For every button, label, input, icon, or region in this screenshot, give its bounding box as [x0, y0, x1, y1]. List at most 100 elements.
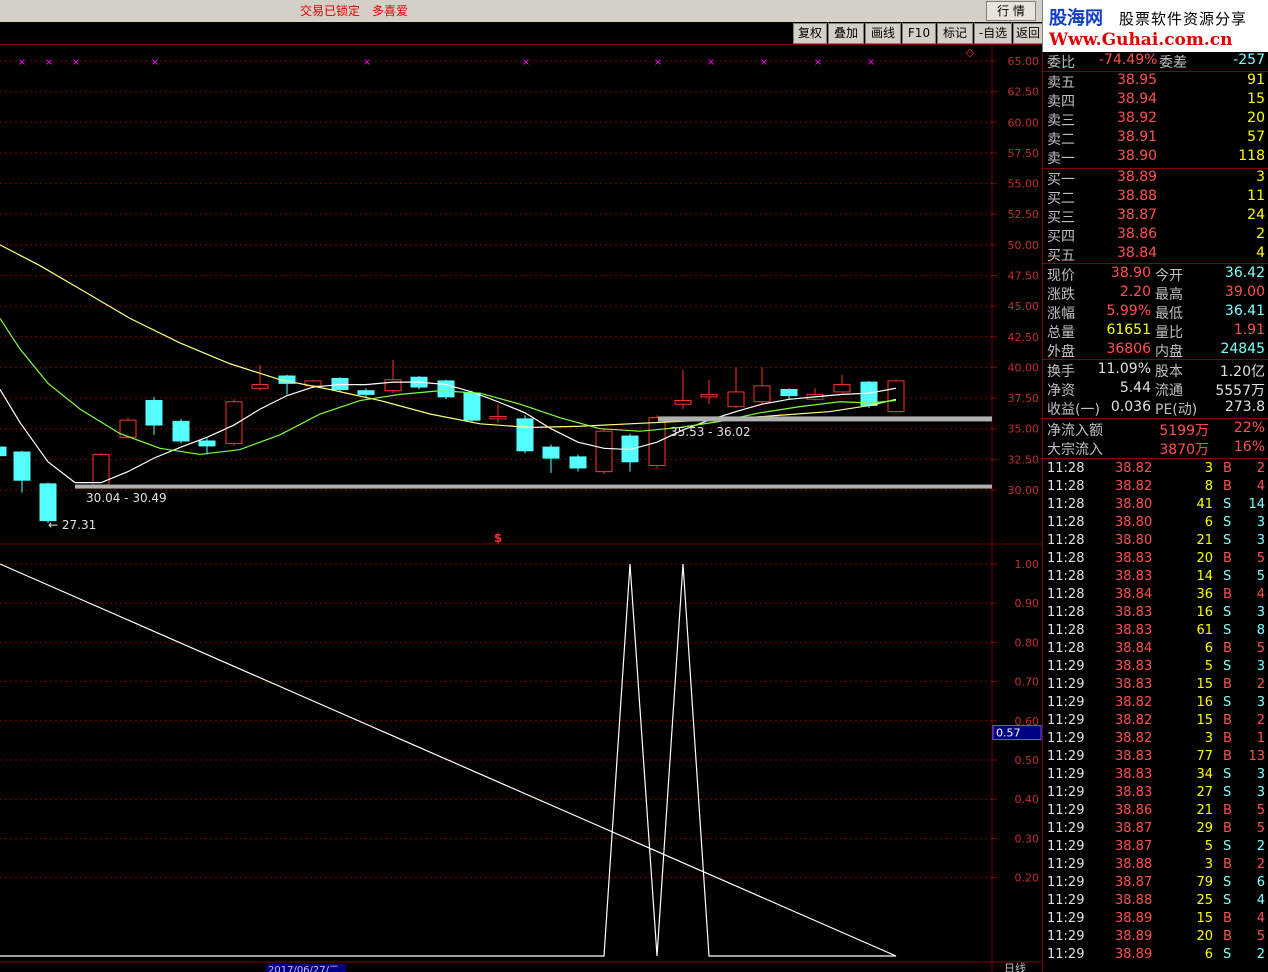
tick-volume: 6	[1204, 641, 1213, 656]
indicator-tick-label: 0.80	[1015, 636, 1040, 649]
tick-volume: 15	[1196, 677, 1213, 692]
tick-count: 5	[1256, 551, 1265, 566]
event-marker: ×	[363, 57, 371, 68]
back-button[interactable]: 返回	[1013, 23, 1043, 44]
candle-body	[569, 456, 587, 469]
price-tick-label: 35.00	[1008, 423, 1040, 436]
tick-row: 11:29 38.83 5 S 3	[1043, 659, 1268, 677]
bid-price: 38.86	[1117, 226, 1158, 242]
bid-label: 买三	[1047, 210, 1075, 226]
price-tick-label: 60.00	[1008, 116, 1040, 129]
stat-label: 内盘	[1155, 344, 1183, 360]
logo-brand: 股海网	[1049, 8, 1103, 29]
tick-time: 11:29	[1047, 893, 1085, 908]
stat-row: 涨幅 5.99% 最低 36.41	[1043, 303, 1268, 322]
tick-volume: 36	[1196, 587, 1213, 602]
site-logo: 股海网 股票软件资源分享 Www.Guhai.com.cn	[1042, 0, 1268, 52]
bid-label: 买二	[1047, 191, 1075, 207]
tick-volume: 3	[1204, 461, 1213, 476]
event-marker: ×	[867, 57, 875, 68]
tick-price: 38.83	[1115, 767, 1153, 782]
draw-line-button[interactable]: 画线	[865, 23, 901, 44]
flow-label: 大宗流入	[1047, 442, 1103, 458]
stat-label: 最高	[1155, 287, 1183, 303]
stat-value: 36.42	[1224, 265, 1265, 281]
fundamental-value: 11.09%	[1097, 361, 1151, 377]
tick-time: 11:29	[1047, 821, 1085, 836]
tick-side: B	[1223, 587, 1232, 602]
tick-count: 4	[1256, 479, 1265, 494]
candle-body	[357, 390, 375, 395]
tick-price: 38.83	[1115, 785, 1153, 800]
tick-price: 38.88	[1115, 893, 1153, 908]
tick-side: B	[1223, 677, 1232, 692]
tick-volume: 41	[1196, 497, 1213, 512]
indicator-tick-label: 0.70	[1015, 676, 1040, 689]
fundamental-label: 净资	[1047, 383, 1075, 399]
support-band-high	[658, 416, 992, 422]
tick-row: 11:29 38.82 15 B 2	[1043, 713, 1268, 731]
logo-url: Www.Guhai.com.cn	[1049, 30, 1233, 50]
stat-row: 现价 38.90 今开 36.42	[1043, 265, 1268, 284]
tick-side: B	[1223, 803, 1232, 818]
tick-side: B	[1223, 857, 1232, 872]
stat-label: 总量	[1047, 325, 1075, 341]
tick-count: 3	[1256, 605, 1265, 620]
candle-body	[331, 377, 349, 390]
tick-price: 38.87	[1115, 839, 1153, 854]
event-marker: ×	[760, 57, 768, 68]
tick-row: 11:29 38.82 16 S 3	[1043, 695, 1268, 713]
tick-time: 11:28	[1047, 551, 1085, 566]
tick-count: 5	[1256, 803, 1265, 818]
stat-value: 38.90	[1110, 265, 1151, 281]
bid-label: 买五	[1047, 248, 1075, 264]
overlay-button[interactable]: 叠加	[828, 23, 864, 44]
ask-label: 卖三	[1047, 113, 1075, 129]
tick-time: 11:29	[1047, 947, 1085, 962]
tick-row: 11:29 38.86 21 B 5	[1043, 803, 1268, 821]
tick-row: 11:28 38.82 3 B 2	[1043, 461, 1268, 479]
price-tick-label: 62.50	[1008, 86, 1040, 99]
fundamental-label: PE(动)	[1155, 402, 1198, 418]
tick-side: B	[1223, 749, 1232, 764]
remove-watchlist-button[interactable]: -自选	[974, 23, 1012, 44]
f10-button[interactable]: F10	[902, 23, 936, 44]
fundamental-row: 收益(一) 0.036 PE(动) 273.8	[1043, 399, 1268, 418]
tick-side: B	[1223, 461, 1232, 476]
ask-volume: 118	[1238, 148, 1265, 164]
tick-count: 3	[1256, 533, 1265, 548]
tick-price: 38.80	[1115, 533, 1153, 548]
tick-volume: 5	[1204, 839, 1213, 854]
tick-time: 11:29	[1047, 767, 1085, 782]
price-tick-label: 42.50	[1008, 331, 1040, 344]
wei-bi-value: -74.49%	[1099, 52, 1158, 68]
tick-time: 11:29	[1047, 803, 1085, 818]
kline-chart[interactable]: 65.00 62.50 60.00 57.50 55.00 52.50 50.00 47.50…	[0, 44, 1042, 972]
fundamental-value: 1.20亿	[1219, 364, 1265, 380]
wei-cha-value: -257	[1233, 52, 1265, 68]
restore-rights-button[interactable]: 复权	[793, 23, 827, 44]
price-tick-label: 45.00	[1008, 300, 1040, 313]
tick-time: 11:29	[1047, 785, 1085, 800]
tick-row: 11:29 38.87 29 B 5	[1043, 821, 1268, 839]
flow-row: 净流入额 5199万 22%	[1043, 420, 1268, 439]
event-marker: ×	[45, 57, 53, 68]
tick-row: 11:29 38.83 27 S 3	[1043, 785, 1268, 803]
event-marker: ×	[18, 57, 26, 68]
tick-side: S	[1223, 839, 1232, 854]
fundamental-value: 273.8	[1224, 399, 1265, 415]
bid-price: 38.84	[1117, 245, 1158, 261]
ask-row: 卖三 38.92 20	[1043, 110, 1268, 129]
quote-button[interactable]: 行 情	[986, 1, 1036, 21]
tick-count: 2	[1256, 713, 1265, 728]
candle-body	[489, 415, 507, 420]
tick-volume: 14	[1196, 569, 1213, 584]
ask-volume: 57	[1247, 129, 1265, 145]
tick-price: 38.84	[1115, 641, 1153, 656]
mark-button[interactable]: 标记	[937, 23, 973, 44]
candle-body	[251, 384, 269, 389]
tick-side: S	[1223, 767, 1232, 782]
tick-count: 2	[1256, 947, 1265, 962]
ask-row: 卖四 38.94 15	[1043, 91, 1268, 110]
price-tick-label: 57.50	[1008, 147, 1040, 160]
